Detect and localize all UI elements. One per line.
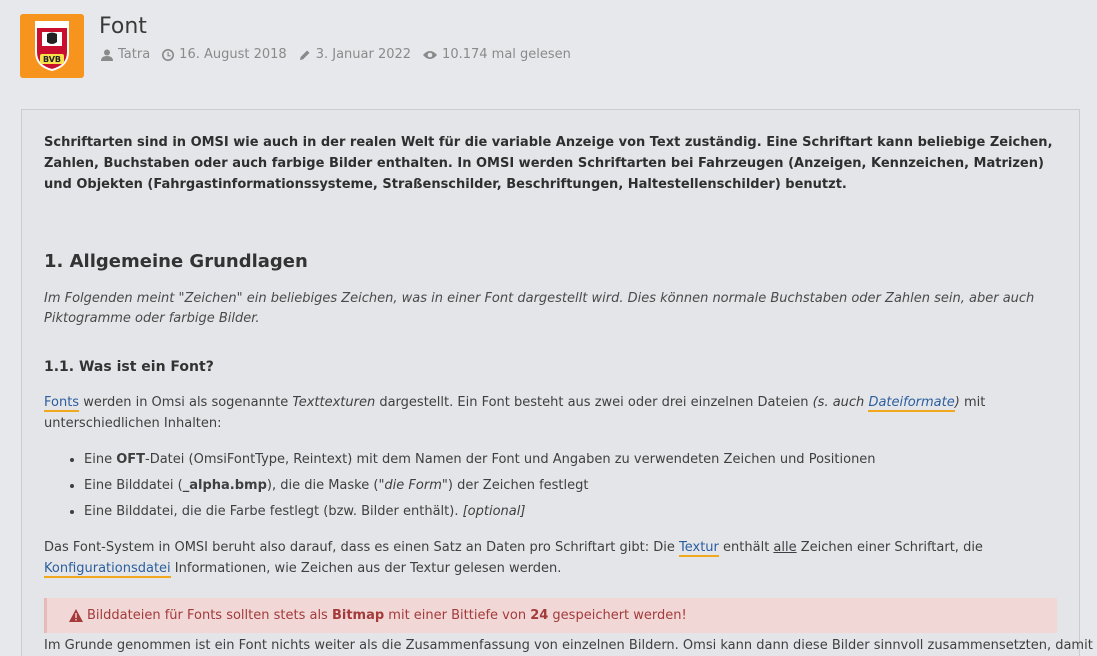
italic-note: Im Folgenden meint "Zeichen" ein beliebi… xyxy=(44,291,1035,326)
author-name: Tatra xyxy=(118,47,151,62)
created-date: 16. August 2018 xyxy=(179,47,287,62)
intro-paragraph: Schriftarten sind in OMSI wie auch in de… xyxy=(44,135,1053,192)
user-icon xyxy=(101,49,113,61)
warning-icon xyxy=(69,609,83,622)
edited-date: 3. Januar 2022 xyxy=(315,47,412,62)
link-textur[interactable]: Textur xyxy=(679,540,719,557)
link-fonts[interactable]: Fonts xyxy=(44,395,80,412)
meta-views: 10.174 mal gelesen xyxy=(423,47,571,62)
article-content: Schriftarten sind in OMSI wie auch in de… xyxy=(21,109,1097,656)
file-list: Eine OFT-Datei (OmsiFontType, Reintext) … xyxy=(44,447,1057,525)
article-meta: Tatra 16. August 2018 3. Januar 2022 10.… xyxy=(101,47,571,62)
meta-author[interactable]: Tatra xyxy=(101,47,150,62)
warning-box: Bilddateien für Fonts sollten stets als … xyxy=(44,598,1057,633)
meta-created: 16. August 2018 xyxy=(162,47,287,62)
paragraph-font-system: Das Font-System in OMSI beruht also dara… xyxy=(44,540,983,578)
paragraph-cut-off: Im Grunde genommen ist ein Font nichts w… xyxy=(44,638,1097,653)
page-title: Font xyxy=(99,14,147,39)
link-dateiformate[interactable]: Dateiformate xyxy=(868,395,955,412)
pencil-icon xyxy=(299,50,310,60)
berlin-crest-icon: BVB xyxy=(35,21,69,72)
meta-edited: 3. Januar 2022 xyxy=(299,47,411,62)
link-konfigurationsdatei[interactable]: Konfigurationsdatei xyxy=(44,561,171,578)
list-item: Eine OFT-Datei (OmsiFontType, Reintext) … xyxy=(84,447,1057,473)
section-heading: 1. Allgemeine Grundlagen xyxy=(44,251,308,272)
subsection-heading: 1.1. Was ist ein Font? xyxy=(44,359,214,375)
article-header: BVB Font Tatra 16. August 2018 3. Januar… xyxy=(20,14,1097,80)
eye-icon xyxy=(423,50,438,59)
list-item: Eine Bilddatei, die die Farbe festlegt (… xyxy=(84,499,1057,525)
avatar[interactable]: BVB xyxy=(20,14,84,78)
paragraph-fonts: Fonts werden in Omsi als sogenannte Text… xyxy=(44,395,986,431)
view-count: 10.174 mal gelesen xyxy=(442,47,571,62)
avatar-label: BVB xyxy=(43,55,61,64)
list-item: Eine Bilddatei (_alpha.bmp), die die Mas… xyxy=(84,473,1057,499)
clock-icon xyxy=(162,48,175,61)
